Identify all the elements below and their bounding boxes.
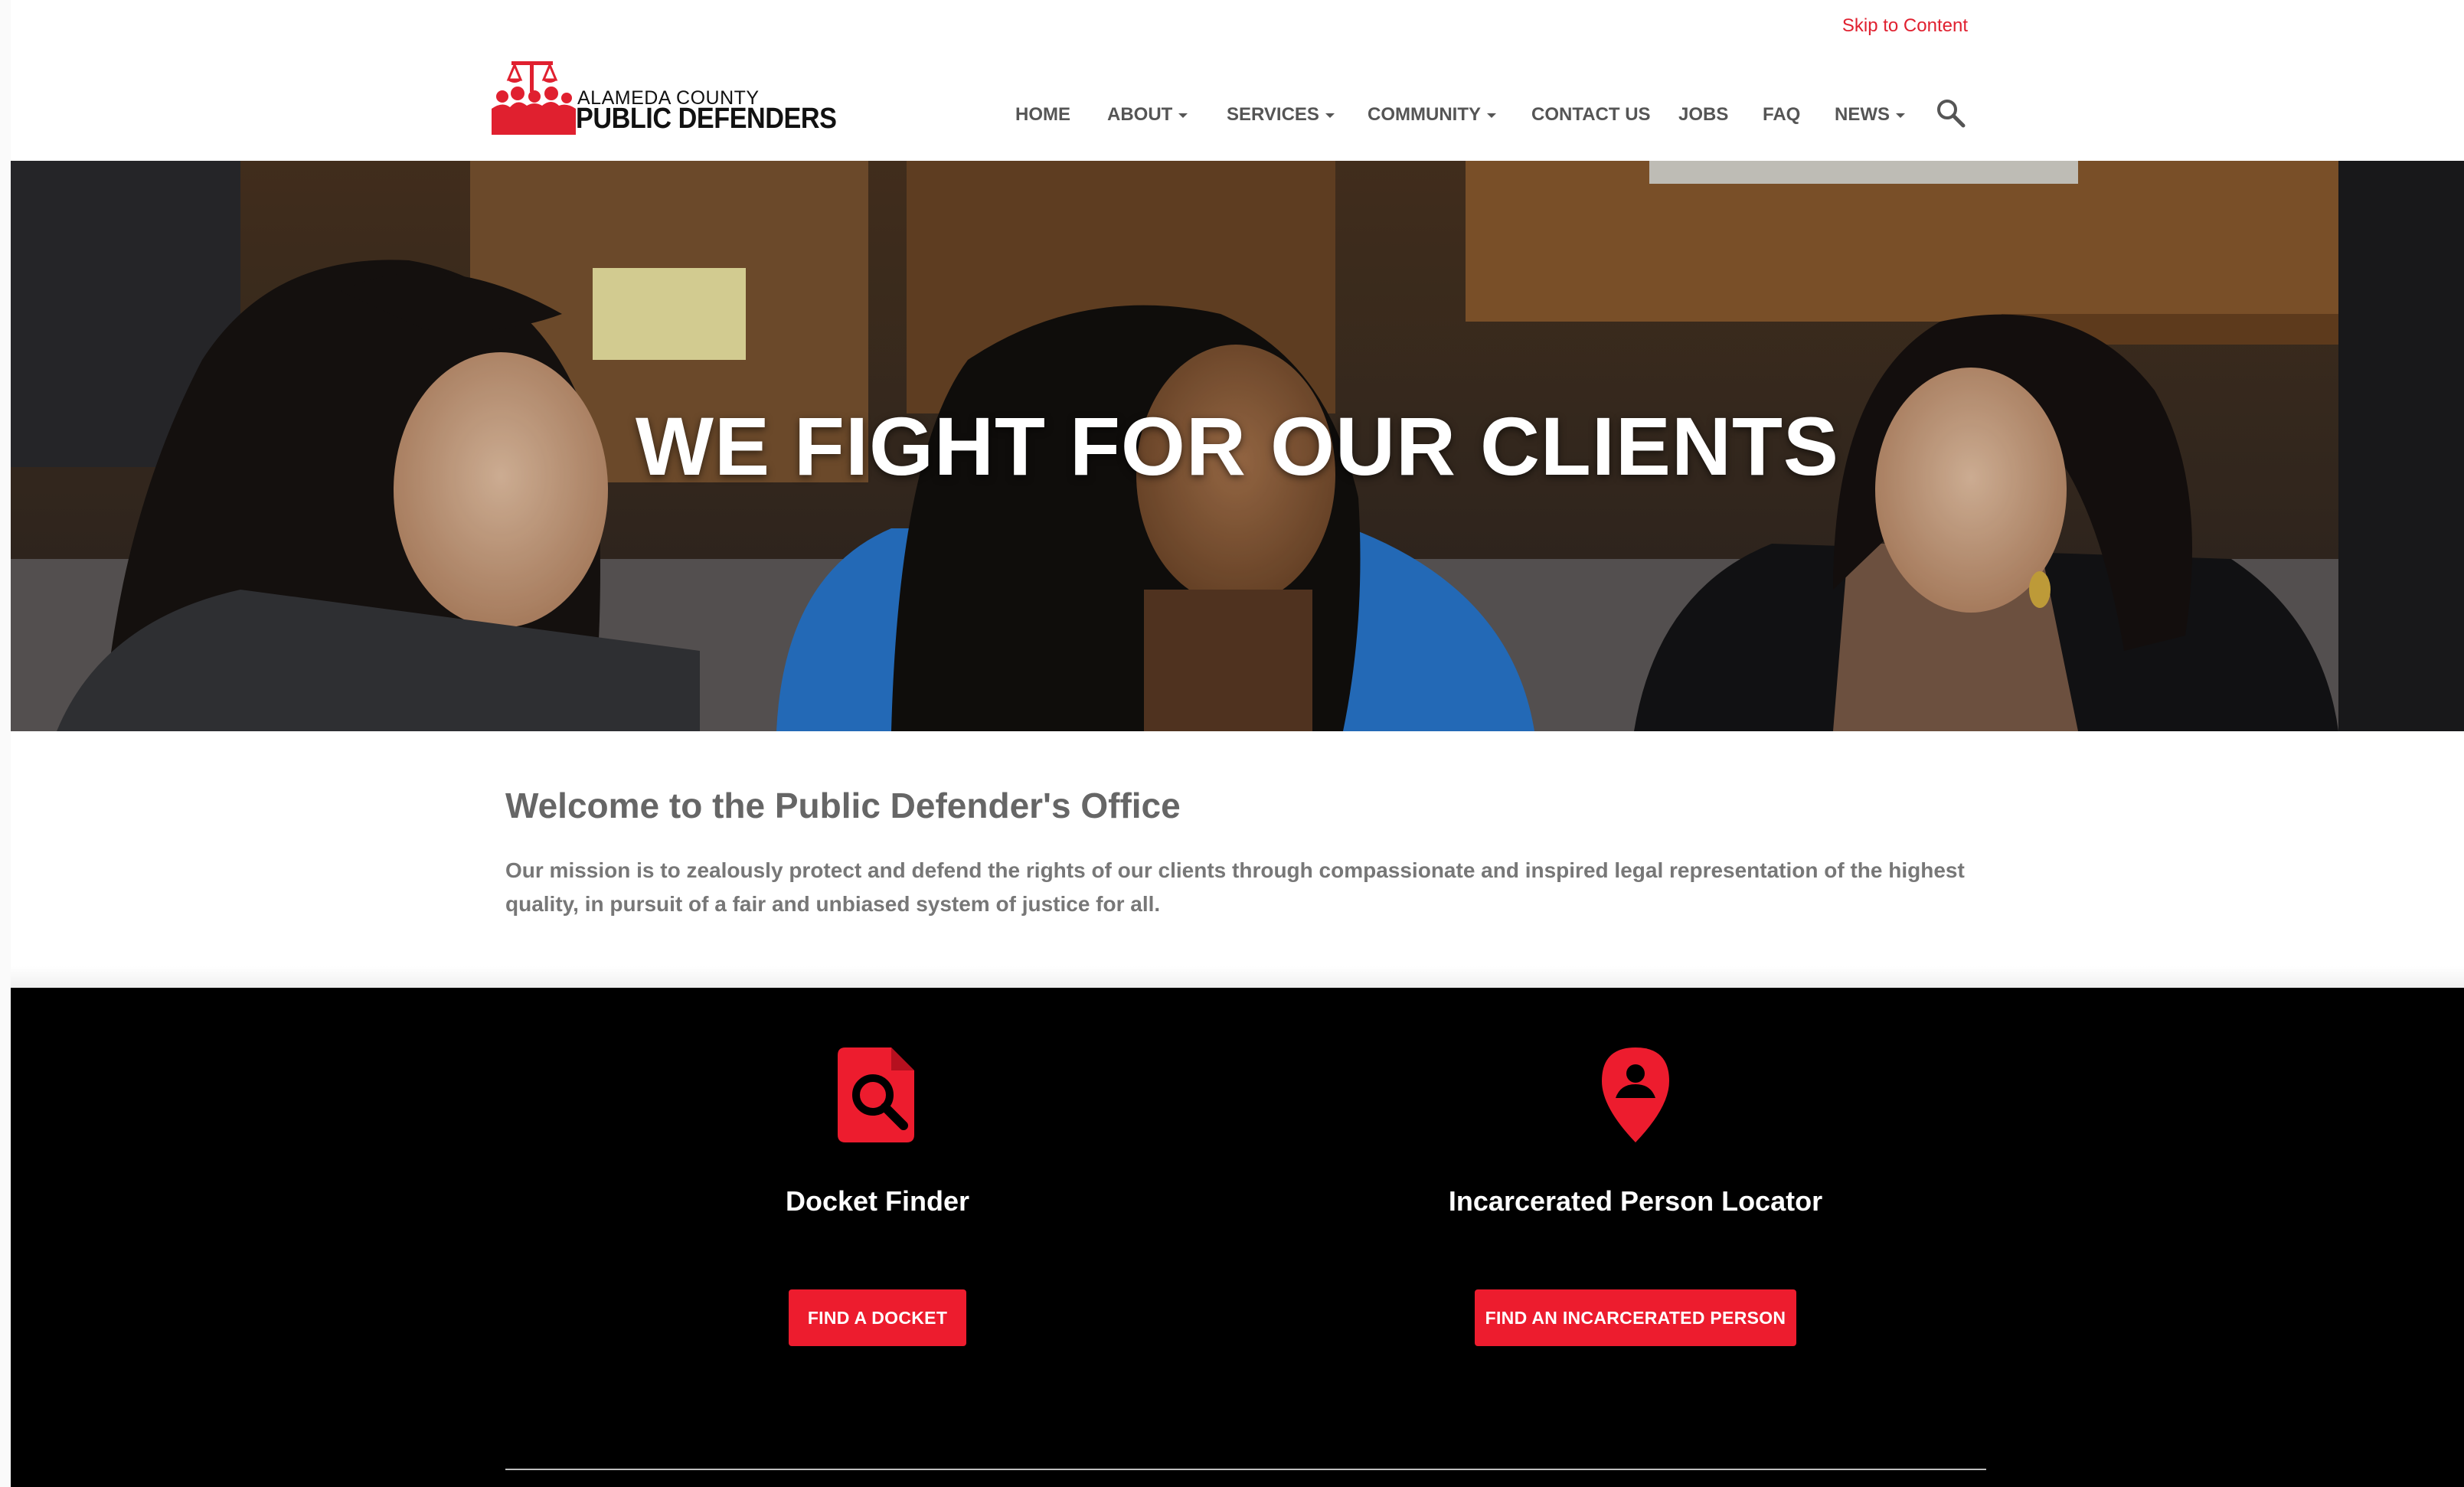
site-header: Skip to Content ALAMEDA COUNTY PUBLIC DE… (11, 6, 2464, 161)
caret-down-icon (1486, 113, 1496, 118)
incarcerated-person-locator-title: Incarcerated Person Locator (1448, 1185, 1823, 1217)
document-search-icon (838, 1047, 914, 1142)
nav-label: HOME (1015, 104, 1070, 125)
section-rule (505, 1469, 1986, 1470)
incarcerated-person-locator-card: Incarcerated Person Locator FIND AN INCA… (1406, 988, 1865, 1417)
welcome-section: Welcome to the Public Defender's Office … (11, 731, 2464, 988)
nav-about[interactable]: ABOUT (1107, 104, 1188, 126)
nav-faq[interactable]: FAQ (1763, 104, 1800, 126)
search-icon[interactable] (1934, 96, 1968, 130)
nav-label: FAQ (1763, 104, 1801, 125)
section-divider-shadow (11, 966, 2464, 988)
nav-community[interactable]: COMMUNITY (1368, 104, 1496, 126)
nav-label: JOBS (1678, 104, 1729, 125)
nav-label: SERVICES (1227, 104, 1319, 125)
main-nav: HOME ABOUT SERVICES COMMUNITY CONTACT US… (11, 104, 2464, 135)
caret-down-icon (1325, 113, 1335, 118)
page: Skip to Content ALAMEDA COUNTY PUBLIC DE… (11, 0, 2464, 1487)
docket-finder-card: Docket Finder FIND A DOCKET (648, 988, 1107, 1417)
nav-news[interactable]: NEWS (1835, 104, 1905, 126)
nav-home[interactable]: HOME (1015, 104, 1070, 126)
caret-down-icon (1178, 113, 1188, 118)
hero-title: WE FIGHT FOR OUR CLIENTS (636, 400, 1839, 492)
find-an-incarcerated-person-button[interactable]: FIND AN INCARCERATED PERSON (1475, 1289, 1796, 1346)
hero-banner: WE FIGHT FOR OUR CLIENTS (11, 161, 2464, 731)
nav-label: CONTACT US (1531, 104, 1651, 125)
skip-to-content-link[interactable]: Skip to Content (1842, 15, 1968, 37)
nav-label: ABOUT (1107, 104, 1173, 125)
docket-finder-title: Docket Finder (785, 1185, 970, 1217)
nav-services[interactable]: SERVICES (1227, 104, 1335, 126)
window-left-edge (0, 0, 11, 1487)
caret-down-icon (1896, 113, 1905, 118)
find-a-docket-button[interactable]: FIND A DOCKET (789, 1289, 966, 1346)
nav-label: NEWS (1835, 104, 1890, 125)
nav-label: COMMUNITY (1368, 104, 1481, 125)
nav-contact-us[interactable]: CONTACT US (1531, 104, 1651, 126)
nav-jobs[interactable]: JOBS (1678, 104, 1728, 126)
welcome-title: Welcome to the Public Defender's Office (505, 786, 1181, 825)
person-location-pin-icon (1602, 1047, 1669, 1142)
mission-statement: Our mission is to zealously protect and … (505, 858, 1965, 916)
tools-section: Docket Finder FIND A DOCKET Incarcerated… (11, 988, 2464, 1487)
